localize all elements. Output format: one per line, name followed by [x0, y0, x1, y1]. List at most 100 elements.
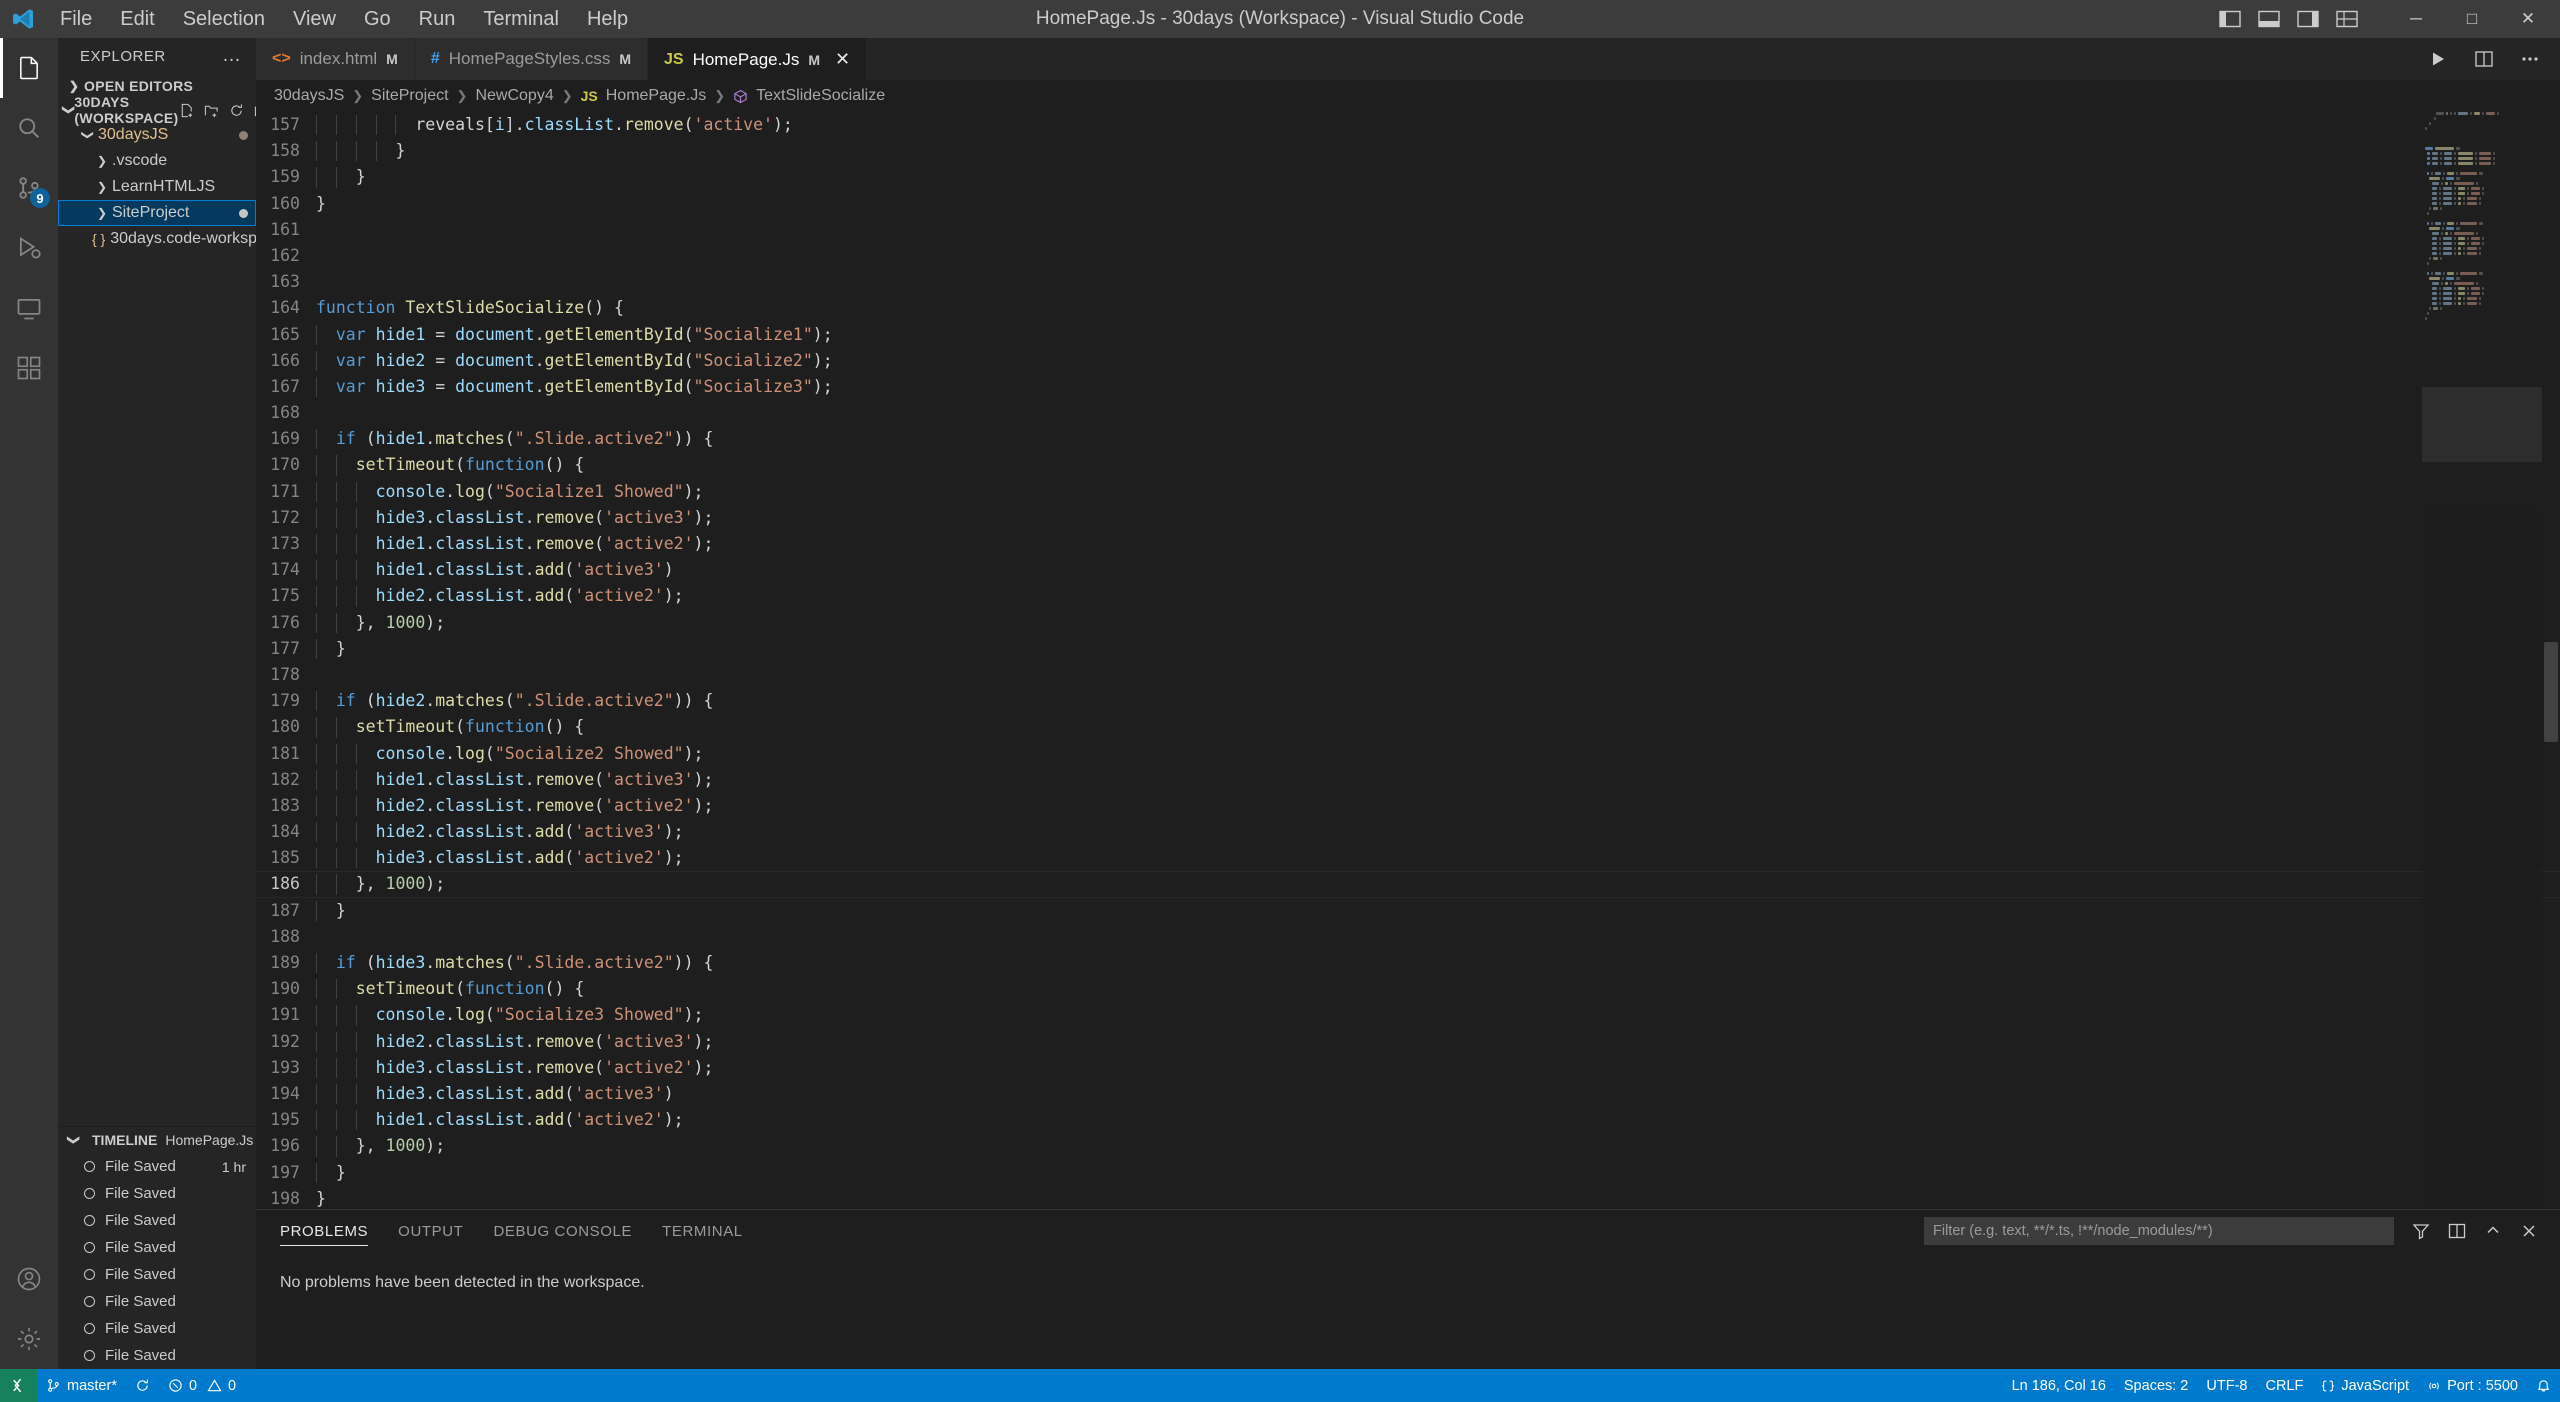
status-remote-host[interactable]	[0, 1369, 37, 1402]
status-language-mode[interactable]: JavaScript	[2312, 1369, 2418, 1402]
timeline-item[interactable]: File Saved	[58, 1180, 256, 1207]
toggle-panel-icon[interactable]	[2258, 10, 2280, 28]
tab-debug-console[interactable]: DEBUG CONSOLE	[493, 1210, 632, 1252]
code-line[interactable]: console.log("Socialize3 Showed");	[310, 1002, 2560, 1028]
minimap-slider[interactable]	[2422, 387, 2542, 462]
tree-item-siteproject[interactable]: ❯ SiteProject	[58, 200, 256, 226]
close-panel-icon[interactable]	[2520, 1222, 2538, 1240]
maximize-button[interactable]: □	[2444, 0, 2500, 38]
timeline-header[interactable]: ❯ TIMELINE HomePage.Js	[58, 1127, 256, 1153]
editor-tab-index-html[interactable]: <> index.html M	[256, 38, 415, 80]
tree-item--vscode[interactable]: ❯ .vscode	[58, 148, 256, 174]
code-line[interactable]	[310, 217, 2560, 243]
editor-tab-homepage-js[interactable]: JS HomePage.Js M ✕	[648, 38, 868, 80]
sidebar-more-actions-icon[interactable]: …	[214, 45, 250, 67]
activity-remote-explorer[interactable]	[0, 278, 58, 338]
code-line[interactable]: function TextSlideSocialize() {	[310, 295, 2560, 321]
activity-accounts[interactable]	[0, 1249, 58, 1309]
status-sync[interactable]	[126, 1369, 159, 1402]
tab-problems[interactable]: PROBLEMS	[280, 1210, 369, 1252]
menu-run[interactable]: Run	[405, 0, 470, 38]
toggle-primary-sidebar-icon[interactable]	[2219, 10, 2241, 28]
code-line[interactable]: }, 1000);	[310, 1133, 2560, 1159]
status-live-server[interactable]: Port : 5500	[2418, 1369, 2527, 1402]
code-line[interactable]	[310, 662, 2560, 688]
menu-selection[interactable]: Selection	[169, 0, 279, 38]
activity-search[interactable]	[0, 98, 58, 158]
code-line[interactable]: hide1.classList.remove('active3');	[310, 767, 2560, 793]
code-line[interactable]: console.log("Socialize2 Showed");	[310, 741, 2560, 767]
code-line[interactable]: }	[310, 191, 2560, 217]
code-line[interactable]: }	[310, 1160, 2560, 1186]
code-editor[interactable]: 157 158 159 160 161 162 163 164 165 166 167 168 169 1…	[256, 112, 2560, 1209]
code-line[interactable]	[310, 269, 2560, 295]
status-branch[interactable]: master*	[37, 1369, 126, 1402]
activity-source-control[interactable]: 9	[0, 158, 58, 218]
code-line[interactable]: var hide3 = document.getElementById("Soc…	[310, 374, 2560, 400]
menu-edit[interactable]: Edit	[106, 0, 168, 38]
menu-view[interactable]: View	[279, 0, 350, 38]
code-line[interactable]: }	[310, 164, 2560, 190]
tree-item-learnhtmljs[interactable]: ❯ LearnHTMLJS	[58, 174, 256, 200]
code-line[interactable]: reveals[i].classList.remove('active');	[310, 112, 2560, 138]
activity-manage-settings[interactable]	[0, 1309, 58, 1369]
breadcrumb-item[interactable]: 30daysJS	[274, 87, 344, 105]
code-line[interactable]: setTimeout(function() {	[310, 452, 2560, 478]
customize-layout-icon[interactable]	[2336, 10, 2358, 28]
timeline-item[interactable]: File Saved	[58, 1207, 256, 1234]
timeline-item[interactable]: File Saved	[58, 1234, 256, 1261]
activity-run-debug[interactable]	[0, 218, 58, 278]
code-line[interactable]: hide1.classList.remove('active2');	[310, 531, 2560, 557]
code-line[interactable]: }	[310, 138, 2560, 164]
tree-item-30days-code-workspace[interactable]: { } 30days.code-workspace	[58, 226, 283, 252]
toggle-secondary-sidebar-icon[interactable]	[2297, 10, 2319, 28]
code-line[interactable]: hide3.classList.remove('active3');	[310, 505, 2560, 531]
code-line[interactable]: hide3.classList.add('active3')	[310, 1081, 2560, 1107]
timeline-item[interactable]: File Saved	[58, 1288, 256, 1315]
code-line[interactable]: console.log("Socialize1 Showed");	[310, 479, 2560, 505]
code-line[interactable]	[310, 924, 2560, 950]
split-panel-icon[interactable]	[2448, 1222, 2466, 1240]
code-content[interactable]: reveals[i].classList.remove('active'); }…	[256, 112, 2560, 1209]
code-line[interactable]	[310, 243, 2560, 269]
code-line[interactable]: }	[310, 636, 2560, 662]
activity-extensions[interactable]	[0, 338, 58, 398]
code-line[interactable]: var hide1 = document.getElementById("Soc…	[310, 322, 2560, 348]
status-encoding[interactable]: UTF-8	[2197, 1369, 2256, 1402]
menu-terminal[interactable]: Terminal	[469, 0, 573, 38]
filter-icon[interactable]	[2412, 1222, 2430, 1240]
timeline-item[interactable]: File Saved	[58, 1342, 256, 1369]
activity-explorer[interactable]	[0, 38, 58, 98]
timeline-item[interactable]: File Saved	[58, 1315, 256, 1342]
minimap[interactable]	[2422, 112, 2542, 1209]
new-folder-icon[interactable]	[204, 103, 219, 118]
split-editor-icon[interactable]	[2474, 49, 2494, 69]
breadcrumb-item[interactable]: HomePage.Js	[606, 87, 707, 105]
menu-file[interactable]: File	[46, 0, 106, 38]
status-indentation[interactable]: Spaces: 2	[2115, 1369, 2198, 1402]
code-line[interactable]: if (hide1.matches(".Slide.active2")) {	[310, 426, 2560, 452]
new-file-icon[interactable]	[179, 103, 194, 118]
problems-filter-input[interactable]: Filter (e.g. text, **/*.ts, !**/node_mod…	[1924, 1217, 2394, 1245]
close-button[interactable]: ✕	[2500, 0, 2556, 38]
menu-go[interactable]: Go	[350, 0, 405, 38]
tab-close-icon[interactable]: ✕	[835, 49, 850, 70]
code-line[interactable]: hide2.classList.add('active3');	[310, 819, 2560, 845]
timeline-item[interactable]: File Saved	[58, 1261, 256, 1288]
breadcrumb-item[interactable]: SiteProject	[371, 87, 448, 105]
status-cursor-position[interactable]: Ln 186, Col 16	[2003, 1369, 2115, 1402]
code-line[interactable]: hide2.classList.add('active2');	[310, 583, 2560, 609]
menu-help[interactable]: Help	[573, 0, 642, 38]
code-line[interactable]: }	[310, 898, 2560, 924]
code-line[interactable]: hide2.classList.remove('active2');	[310, 793, 2560, 819]
section-workspace[interactable]: ❯ 30DAYS (WORKSPACE)	[58, 94, 267, 126]
tree-item-30daysjs[interactable]: ❯ 30daysJS	[58, 122, 256, 148]
code-line[interactable]: hide3.classList.remove('active2');	[310, 1055, 2560, 1081]
breadcrumb-item[interactable]: NewCopy4	[475, 87, 553, 105]
code-line[interactable]: if (hide3.matches(".Slide.active2")) {	[310, 950, 2560, 976]
status-notifications[interactable]	[2527, 1369, 2560, 1402]
code-line[interactable]	[310, 400, 2560, 426]
refresh-icon[interactable]	[229, 103, 244, 118]
code-line[interactable]: var hide2 = document.getElementById("Soc…	[310, 348, 2560, 374]
code-line[interactable]: }, 1000);	[256, 871, 2560, 898]
